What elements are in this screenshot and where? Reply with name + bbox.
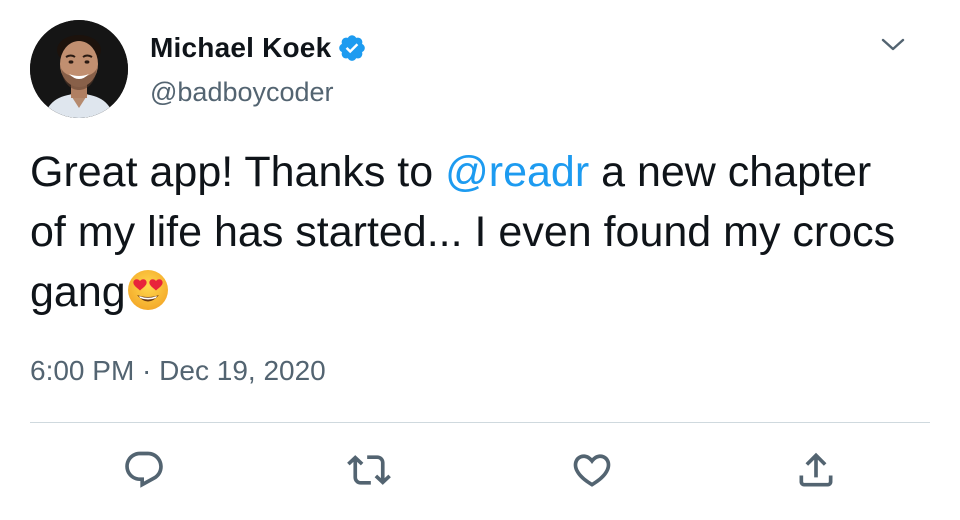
heart-eyes-emoji-icon: [126, 268, 170, 312]
timestamp-separator: ·: [134, 355, 160, 386]
heart-icon: [573, 454, 611, 487]
mention-link[interactable]: @readr: [445, 148, 589, 196]
more-options-button[interactable]: [876, 30, 910, 60]
reply-icon: [125, 451, 163, 488]
chevron-down-icon: [881, 38, 905, 51]
tweet-date[interactable]: Dec 19, 2020: [159, 355, 326, 386]
tweet-time[interactable]: 6:00 PM: [30, 355, 134, 386]
tweet-actions-bar: [0, 440, 960, 500]
author-avatar[interactable]: [30, 20, 128, 118]
share-icon: [799, 452, 833, 487]
tweet-card: Michael Koek @badboycoder Great app! Tha…: [0, 0, 960, 520]
author-handle[interactable]: @badboycoder: [150, 77, 334, 108]
reply-button[interactable]: [120, 446, 168, 494]
retweet-button[interactable]: [345, 446, 393, 494]
tweet-text: Great app! Thanks to @readr a new chapte…: [30, 142, 910, 322]
author-name-row[interactable]: Michael Koek: [150, 30, 367, 66]
avatar-photo: [30, 20, 128, 118]
retweet-icon: [347, 455, 391, 485]
tweet-text-start: Great app! Thanks to: [30, 148, 446, 196]
share-button[interactable]: [792, 446, 840, 494]
like-button[interactable]: [568, 446, 616, 494]
tweet-timestamp[interactable]: 6:00 PM · Dec 19, 2020: [30, 355, 326, 387]
divider: [30, 422, 930, 423]
verified-badge-icon: [337, 33, 367, 63]
author-display-name[interactable]: Michael Koek: [150, 32, 331, 64]
